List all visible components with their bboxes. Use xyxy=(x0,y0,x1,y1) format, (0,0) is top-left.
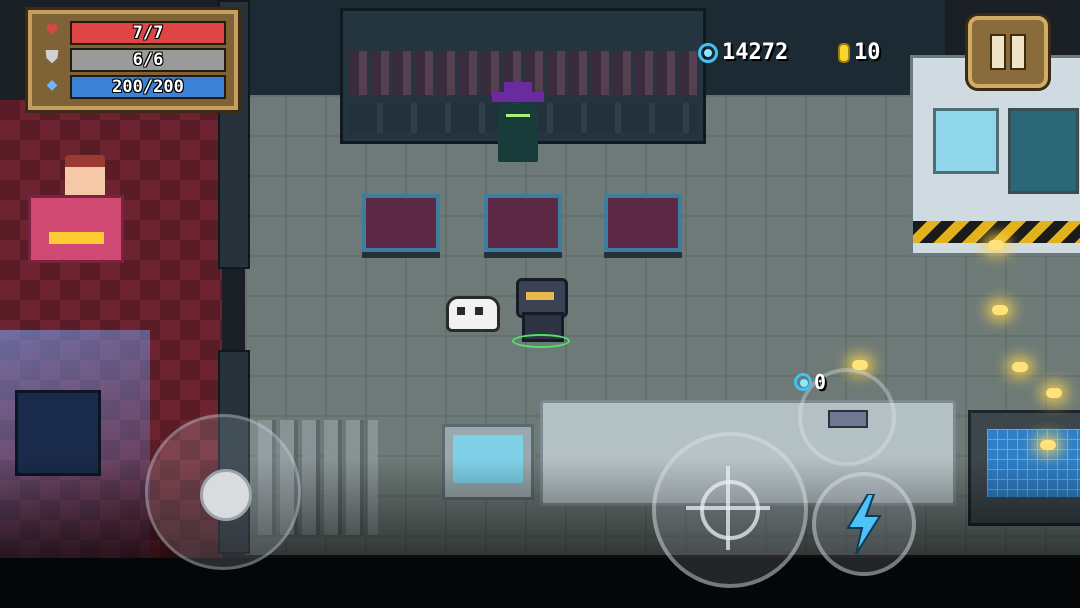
merchant-npc[interactable] xyxy=(488,82,548,167)
energy-bar: 200/200 xyxy=(70,75,226,99)
coin-counter: 10 xyxy=(838,40,881,66)
gem-counter: 14272 xyxy=(698,40,788,66)
movement-joystick[interactable] xyxy=(145,414,301,570)
bench-monitor xyxy=(442,424,534,500)
bullet-projectile xyxy=(1012,362,1028,372)
diamond-icon: ◆ xyxy=(46,74,58,95)
bullet-projectile xyxy=(992,305,1008,315)
energy-value: 200/200 xyxy=(112,77,184,97)
switch-weapon-button[interactable]: 0 xyxy=(794,368,896,466)
coin-count: 10 xyxy=(854,40,881,65)
pedestal-plunger[interactable] xyxy=(362,194,440,252)
lightning-icon xyxy=(846,494,882,554)
skill-button[interactable] xyxy=(812,472,916,576)
crosshair-icon xyxy=(686,466,770,550)
pedestal-seed[interactable] xyxy=(484,194,562,252)
reception-desk xyxy=(28,195,124,263)
attack-button[interactable] xyxy=(652,432,808,588)
lab-window xyxy=(933,108,999,174)
lab-capsule xyxy=(1008,108,1079,194)
gem-count: 14272 xyxy=(722,40,789,65)
blueprint-table[interactable] xyxy=(968,410,1080,526)
energy-row: ◆ 200/200 xyxy=(40,74,228,99)
arcade-cabinet xyxy=(15,390,101,476)
pet-companion xyxy=(446,296,500,332)
energy-cost-icon xyxy=(794,373,812,391)
merchant-body xyxy=(498,104,538,162)
shield-icon: ⛊ xyxy=(45,47,59,68)
armor-bar: 6/6 xyxy=(70,48,226,72)
player-indicator-ring xyxy=(512,334,570,348)
heart-icon: ♥ xyxy=(46,20,58,41)
player-character xyxy=(508,278,570,348)
armor-value: 6/6 xyxy=(132,50,164,70)
gem-icon xyxy=(698,43,718,63)
lightning-shape xyxy=(846,494,882,554)
health-value: 7/7 xyxy=(132,23,164,43)
gun-icon xyxy=(828,410,868,428)
weapon-cost-value: 0 xyxy=(814,370,827,394)
player-visor xyxy=(526,292,554,300)
bullet-projectile xyxy=(988,240,1004,250)
stats-panel: ♥ 7/7 ⛊ 6/6 ◆ 200/200 xyxy=(28,10,238,110)
weapon-energy-cost: 0 xyxy=(794,370,826,394)
pedestal-empty[interactable] xyxy=(604,194,682,252)
bullet-projectile xyxy=(1046,388,1062,398)
coin-icon xyxy=(838,43,850,63)
health-bar: 7/7 xyxy=(70,21,226,45)
armor-row: ⛊ 6/6 xyxy=(40,47,228,72)
pause-button[interactable] xyxy=(968,16,1048,88)
merchant-face xyxy=(506,114,530,123)
game-viewport: ♥ 7/7 ⛊ 6/6 ◆ 200/200 14272 10 0 xyxy=(0,0,1080,608)
joystick-knob[interactable] xyxy=(200,469,252,521)
bullet-projectile xyxy=(1040,440,1056,450)
health-row: ♥ 7/7 xyxy=(40,20,228,45)
bottom-letterbox xyxy=(0,558,1080,608)
merchant-hat xyxy=(492,82,544,102)
